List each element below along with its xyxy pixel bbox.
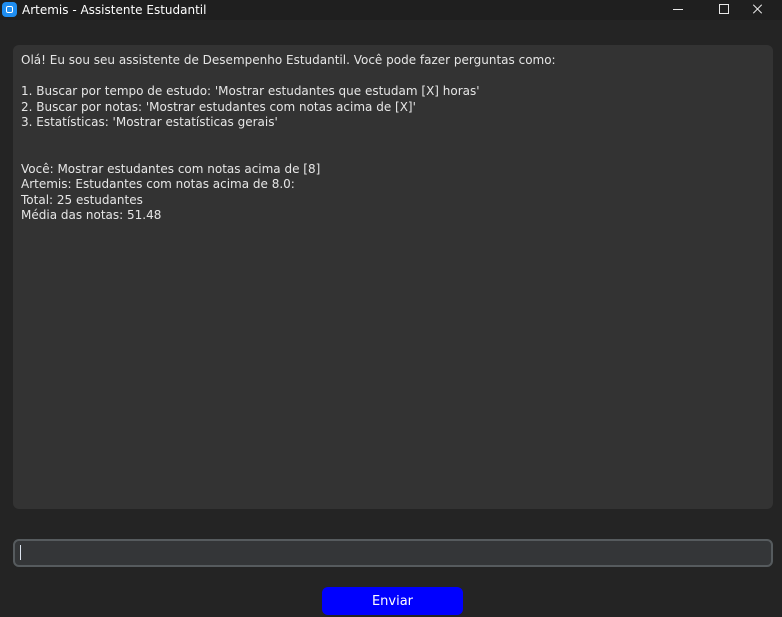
message-input[interactable] (13, 539, 773, 567)
close-icon (753, 4, 763, 14)
window-title: Artemis - Assistente Estudantil (22, 3, 207, 17)
maximize-icon (719, 4, 729, 14)
chat-line (21, 131, 765, 147)
app-window: Artemis - Assistente Estudantil Olá! Eu … (0, 0, 782, 617)
close-button[interactable] (736, 0, 782, 20)
chat-history[interactable]: Olá! Eu sou seu assistente de Desempenho… (13, 45, 773, 509)
minimize-icon (673, 9, 683, 10)
send-button[interactable]: Enviar (322, 587, 463, 615)
title-bar[interactable]: Artemis - Assistente Estudantil (0, 0, 782, 20)
chat-line: Você: Mostrar estudantes com notas acima… (21, 161, 321, 176)
chat-line: 2. Buscar por notas: 'Mostrar estudantes… (21, 99, 416, 114)
chat-line (21, 69, 765, 85)
app-icon (2, 2, 17, 17)
text-caret (20, 545, 21, 560)
chat-line: Olá! Eu sou seu assistente de Desempenho… (21, 53, 556, 67)
chat-line: Total: 25 estudantes (21, 192, 143, 207)
chat-line: Artemis: Estudantes com notas acima de 8… (21, 177, 295, 191)
minimize-button[interactable] (656, 0, 702, 20)
chat-line (21, 146, 765, 162)
chat-line: 3. Estatísticas: 'Mostrar estatísticas g… (21, 115, 278, 129)
chat-line: 1. Buscar por tempo de estudo: 'Mostrar … (21, 84, 480, 98)
chat-line: Média das notas: 51.48 (21, 208, 162, 222)
